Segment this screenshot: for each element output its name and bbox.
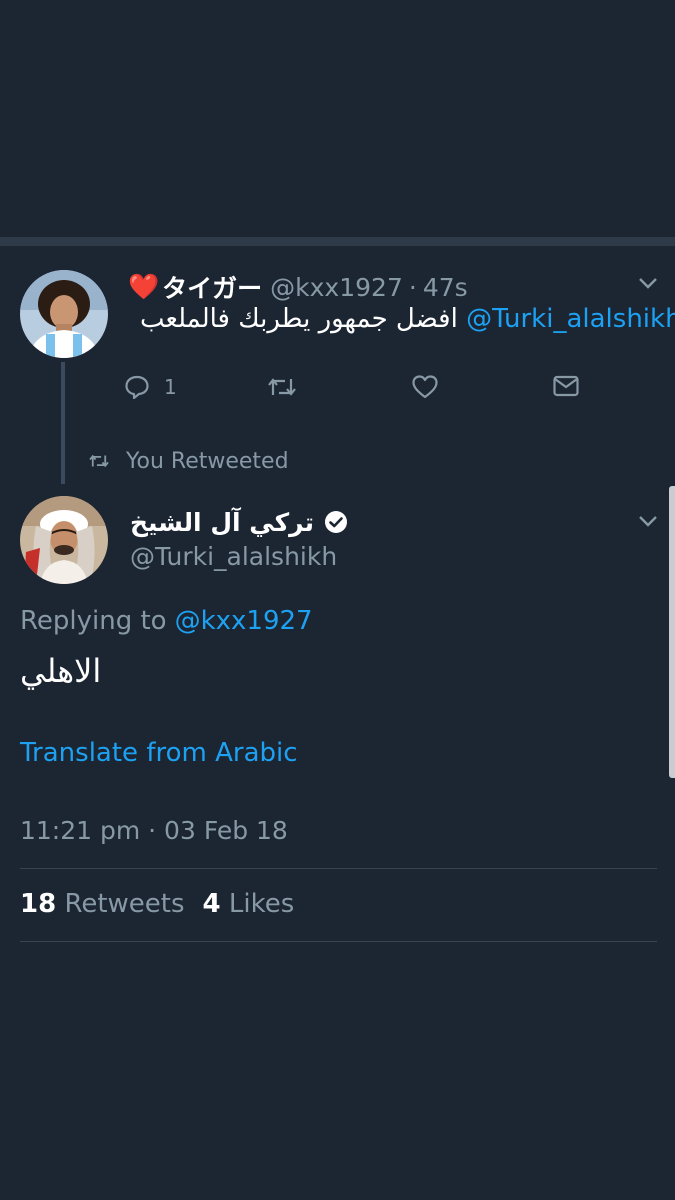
likes-count: 4 — [202, 889, 221, 919]
handle[interactable]: @kxx1927 — [270, 273, 403, 302]
retweet-icon — [89, 454, 109, 468]
heart-emoji: ❤️ — [128, 272, 160, 301]
reply-button[interactable]: 1 — [124, 374, 177, 400]
replying-to: Replying to @kxx1927 — [20, 606, 313, 636]
tweet-header: ❤️ タイガー @kxx1927 · 47s — [128, 269, 468, 305]
divider — [20, 868, 657, 869]
replying-to-handle[interactable]: @kxx1927 — [175, 606, 313, 636]
scrollbar-thumb[interactable] — [669, 486, 675, 778]
mention-link[interactable]: @Turki_alalshikh — [466, 304, 675, 334]
tweet-body: الاهلي — [20, 652, 102, 690]
translate-link[interactable]: Translate from Arabic — [20, 738, 298, 768]
top-divider — [0, 237, 675, 246]
handle[interactable]: @Turki_alalshikh — [130, 542, 337, 571]
tweet-body: افضل جمهور يطربك فالملعب @Turki_alalshik… — [140, 304, 675, 334]
retweets-count: 18 — [20, 889, 57, 919]
display-name[interactable]: تركي آل الشيخ — [130, 504, 348, 540]
display-name-text: تركي آل الشيخ — [130, 507, 315, 537]
engagement-stats: 18 Retweets 4 Likes — [20, 889, 294, 919]
separator: · — [408, 272, 417, 302]
retweets-stat[interactable]: 18 Retweets — [20, 889, 185, 919]
avatar-image — [20, 270, 108, 358]
retweets-label: Retweets — [64, 889, 185, 919]
like-button[interactable] — [411, 374, 439, 400]
timestamp: 11:21 pm · 03 Feb 18 — [20, 816, 288, 845]
direct-message-button[interactable] — [552, 374, 580, 398]
retweet-button[interactable] — [267, 374, 297, 400]
action-bar: 1 — [124, 374, 604, 414]
thread-line — [61, 362, 65, 484]
avatar[interactable] — [20, 270, 108, 358]
chevron-down-icon[interactable] — [637, 276, 659, 290]
reply-count: 1 — [164, 375, 177, 399]
display-name[interactable]: タイガー — [162, 269, 262, 305]
divider — [20, 941, 657, 942]
replying-to-label: Replying to — [20, 606, 167, 636]
retweet-icon — [268, 378, 296, 396]
verified-badge-icon — [325, 511, 348, 533]
likes-label: Likes — [228, 889, 295, 919]
like-icon — [412, 375, 438, 399]
tweet-text: افضل جمهور يطربك فالملعب — [140, 304, 458, 334]
direct-message-icon — [553, 375, 579, 397]
retweet-context: You Retweeted — [88, 446, 289, 476]
avatar[interactable] — [20, 496, 108, 584]
retweet-context-label: You Retweeted — [126, 448, 289, 474]
time-ago[interactable]: 47s — [423, 273, 468, 302]
reply-icon — [125, 375, 149, 400]
avatar-image — [20, 496, 108, 584]
likes-stat[interactable]: 4 Likes — [203, 889, 295, 919]
chevron-down-icon[interactable] — [637, 514, 659, 528]
tweet-detail-screen: ❤️ タイガー @kxx1927 · 47s افضل جمهور يطربك … — [0, 0, 675, 1200]
